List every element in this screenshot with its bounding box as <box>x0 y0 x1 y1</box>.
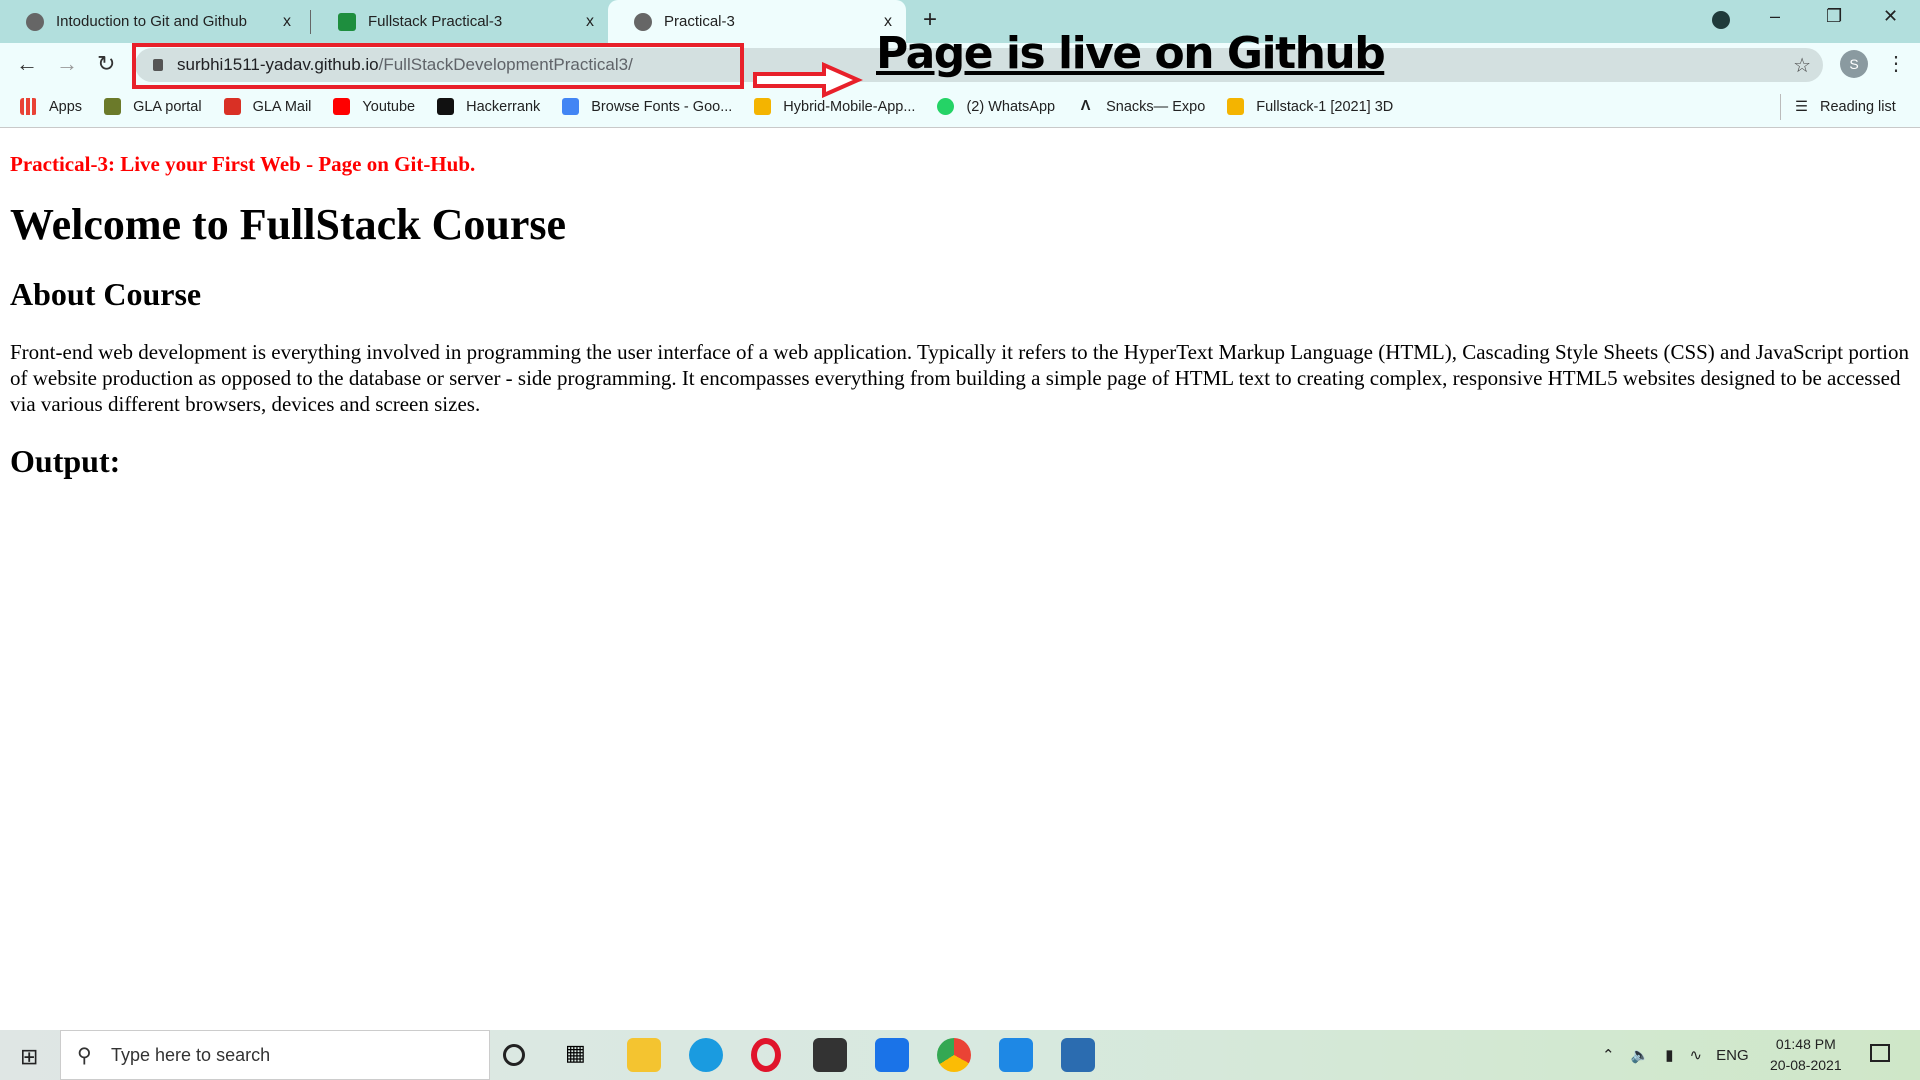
youtube-icon <box>333 98 351 115</box>
reading-list-icon: ☰ <box>1795 99 1808 115</box>
bookmark-label: Youtube <box>362 98 416 115</box>
bookmark-label: (2) WhatsApp <box>966 98 1056 115</box>
expo-icon: Λ <box>1080 98 1091 114</box>
classroom-icon <box>338 12 356 31</box>
chrome-icon[interactable] <box>937 1038 971 1072</box>
volume-icon[interactable]: 🔈 <box>1631 1046 1650 1064</box>
forward-icon[interactable]: → <box>56 51 78 77</box>
tab-fullstack-practical[interactable]: Fullstack Practical-3 x <box>312 0 608 43</box>
bookmarks-bar: Apps GLA portal GLA Mail Youtube Hackerr… <box>0 86 1920 128</box>
menu-icon[interactable]: ⋮ <box>1886 51 1906 76</box>
page-content: Practical-3: Live your First Web - Page … <box>10 130 1910 480</box>
photos-icon[interactable] <box>1061 1038 1095 1072</box>
gmail-icon <box>223 98 241 115</box>
hackerrank-icon <box>437 98 455 115</box>
search-icon: ⚲ <box>77 1044 92 1067</box>
tab-label: Practical-3 <box>664 13 735 30</box>
bookmark-apps[interactable]: Apps <box>20 98 82 115</box>
classroom-icon <box>754 98 772 115</box>
show-hidden-icons[interactable]: ⌃ <box>1602 1046 1615 1064</box>
clock-date: 20-08-2021 <box>1770 1057 1842 1073</box>
bookmark-gla-portal[interactable]: GLA portal <box>104 98 202 115</box>
bookmark-label: Browse Fonts - Goo... <box>591 98 733 115</box>
wifi-icon[interactable]: ∿ <box>1690 1046 1703 1064</box>
clock-time: 01:48 PM <box>1775 1036 1836 1052</box>
tab-search-icon[interactable] <box>1712 11 1730 29</box>
practical-heading: Practical-3: Live your First Web - Page … <box>10 152 476 176</box>
apps-icon <box>20 98 37 115</box>
file-explorer-icon[interactable] <box>627 1038 661 1072</box>
store-icon[interactable] <box>813 1038 847 1072</box>
mail-icon[interactable] <box>875 1038 909 1072</box>
edge-icon[interactable] <box>689 1038 723 1072</box>
tab-divider <box>310 10 311 34</box>
about-course-heading: About Course <box>10 276 202 312</box>
reading-list-label: Reading list <box>1820 99 1896 115</box>
tab-label: Intoduction to Git and Github <box>56 13 247 30</box>
reload-icon[interactable]: ↻ <box>97 51 115 77</box>
classroom-icon <box>1227 98 1245 115</box>
tab-intro-git[interactable]: Intoduction to Git and Github x <box>0 0 305 43</box>
bookmark-fullstack-1[interactable]: Fullstack-1 [2021] 3D <box>1227 98 1393 115</box>
bookmark-label: Hybrid-Mobile-App... <box>783 98 916 115</box>
search-placeholder: Type here to search <box>111 1044 271 1065</box>
globe-icon <box>26 12 44 31</box>
task-view-icon[interactable]: ▦ <box>565 1040 599 1074</box>
close-window-button[interactable]: ✕ <box>1883 6 1898 27</box>
bookmark-whatsapp[interactable]: (2) WhatsApp <box>937 98 1055 115</box>
bookmark-label: GLA portal <box>133 98 202 115</box>
maximize-button[interactable]: ❐ <box>1826 6 1842 27</box>
cortana-icon[interactable] <box>503 1044 525 1066</box>
windows-start-icon[interactable]: ⊞ <box>20 1044 38 1070</box>
taskbar-search[interactable]: ⚲ Type here to search <box>60 1030 490 1080</box>
bookmark-snacks-expo[interactable]: Λ Snacks— Expo <box>1077 98 1205 115</box>
gla-icon <box>104 98 122 115</box>
bookmark-label: Hackerrank <box>466 98 541 115</box>
annotation-highlight-box <box>132 43 744 89</box>
bookmark-label: Fullstack-1 [2021] 3D <box>1256 98 1394 115</box>
close-tab-icon[interactable]: x <box>586 13 594 31</box>
system-tray: ⌃ 🔈 ▮ ∿ ENG <box>1602 1030 1749 1080</box>
bookmark-google-fonts[interactable]: Browse Fonts - Goo... <box>562 98 732 115</box>
bookmark-hackerrank[interactable]: Hackerrank <box>437 98 540 115</box>
about-course-text: Front-end web development is everything … <box>10 340 1910 416</box>
vscode-icon[interactable] <box>999 1038 1033 1072</box>
battery-icon[interactable]: ▮ <box>1665 1046 1673 1064</box>
annotation-arrow-icon <box>753 62 863 98</box>
bookmark-gla-mail[interactable]: GLA Mail <box>223 98 312 115</box>
output-heading: Output: <box>10 443 121 479</box>
bookmark-label: GLA Mail <box>252 98 312 115</box>
reading-list-button[interactable]: ☰ Reading list <box>1780 94 1896 120</box>
tab-label: Fullstack Practical-3 <box>368 13 503 30</box>
whatsapp-icon <box>937 98 955 115</box>
minimize-button[interactable]: – <box>1770 6 1780 27</box>
bookmark-label: Snacks— Expo <box>1106 98 1206 115</box>
back-icon[interactable]: ← <box>16 51 38 77</box>
bookmark-label: Apps <box>49 98 83 115</box>
bookmark-youtube[interactable]: Youtube <box>333 98 415 115</box>
star-icon[interactable]: ☆ <box>1793 53 1811 78</box>
tab-practical-3[interactable]: Practical-3 x <box>608 0 906 43</box>
close-tab-icon[interactable]: x <box>283 13 291 31</box>
globe-icon <box>634 12 652 31</box>
page-title: Welcome to FullStack Course <box>10 200 567 249</box>
annotation-text: Page is live on Github <box>876 28 1386 79</box>
language-indicator[interactable]: ENG <box>1716 1047 1749 1064</box>
bookmark-hybrid-mobile[interactable]: Hybrid-Mobile-App... <box>754 98 915 115</box>
google-fonts-icon <box>562 98 580 115</box>
notifications-icon[interactable] <box>1870 1044 1890 1062</box>
opera-icon[interactable] <box>751 1038 781 1072</box>
clock[interactable]: 01:48 PM 20-08-2021 <box>1770 1034 1842 1076</box>
profile-avatar[interactable]: S <box>1840 50 1868 78</box>
taskbar: ⊞ ⚲ Type here to search ▦ ⌃ 🔈 ▮ ∿ ENG 01:… <box>0 1030 1920 1080</box>
